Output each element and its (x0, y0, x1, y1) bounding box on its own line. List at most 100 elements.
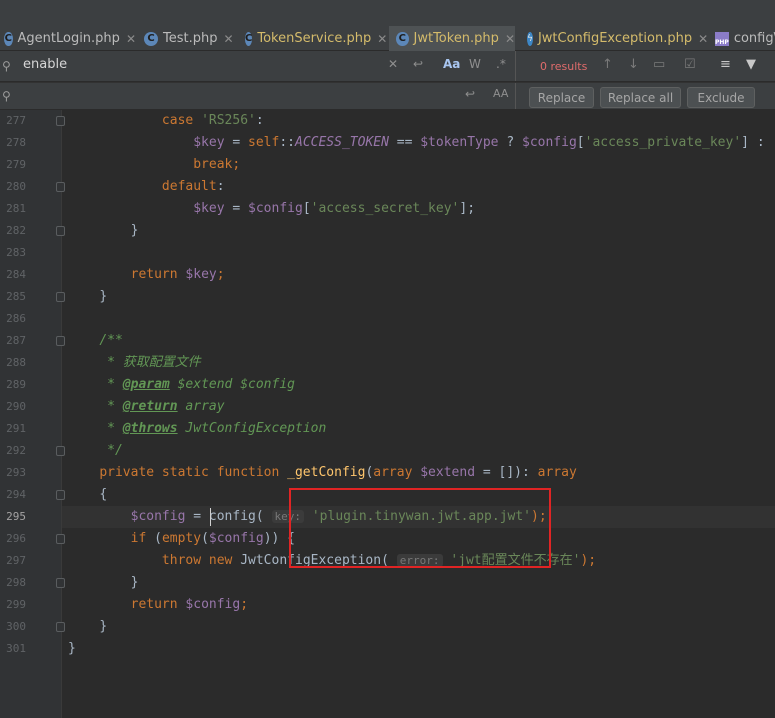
code-line[interactable]: $key = $config['access_secret_key']; (68, 198, 475, 220)
line-number: 300 (6, 620, 26, 633)
code-line[interactable]: } (68, 616, 107, 638)
close-icon[interactable]: ✕ (223, 32, 233, 46)
code-token: return (130, 267, 186, 282)
search-input[interactable]: enable (23, 57, 67, 72)
line-number: 295 (6, 510, 26, 523)
new-line-icon[interactable]: ↩ (465, 87, 475, 101)
code-line[interactable]: * @param $extend $config (68, 374, 295, 396)
code-line[interactable]: } (68, 572, 139, 594)
line-number: 291 (6, 422, 26, 435)
code-token: $key (193, 201, 225, 216)
next-occurrence-icon[interactable]: ↓ (628, 57, 639, 72)
match-case-toggle[interactable]: Aa (443, 57, 460, 71)
code-line[interactable]: * 获取配置文件 (68, 352, 201, 374)
tab-label: JwtToken.php (413, 31, 499, 46)
code-line[interactable]: break; (68, 154, 240, 176)
tab-test[interactable]: C Test.php ✕ (138, 26, 238, 51)
fold-marker-icon[interactable] (56, 226, 65, 236)
line-number: 286 (6, 312, 26, 325)
find-field[interactable]: ⚲ enable ✕ ↩ Aa W .* (0, 51, 516, 81)
search-icon[interactable]: ⚲ (2, 59, 11, 73)
replace-button[interactable]: Replace (529, 87, 594, 108)
line-number: 281 (6, 202, 26, 215)
close-icon[interactable]: ✕ (698, 32, 708, 46)
close-icon[interactable]: ✕ (505, 32, 515, 46)
preserve-case-toggle[interactable]: AA (493, 87, 508, 100)
replace-all-button[interactable]: Replace all (600, 87, 681, 108)
code-token: = (185, 509, 209, 524)
code-token: ? (498, 135, 522, 150)
line-number: 289 (6, 378, 26, 391)
regex-toggle[interactable]: .* (496, 57, 506, 71)
code-token: [ (302, 201, 311, 216)
tab-config[interactable]: PHP config\ (710, 26, 775, 51)
code-token: ; (232, 157, 241, 172)
code-line[interactable]: if (empty($config)) { (68, 528, 295, 550)
line-number: 294 (6, 488, 26, 501)
code-line[interactable]: * @return array (68, 396, 224, 418)
tab-tokenservice[interactable]: C TokenService.php ✕ (240, 26, 387, 51)
close-icon[interactable]: ✕ (377, 32, 387, 46)
exclude-button[interactable]: Exclude (687, 87, 755, 108)
multi-select-icon[interactable]: ▭ (653, 57, 665, 72)
clear-icon[interactable]: ✕ (388, 57, 398, 71)
code-line[interactable]: } (68, 220, 139, 242)
code-token: /** (99, 333, 123, 348)
fold-marker-icon[interactable] (56, 292, 65, 302)
tab-agentlogin[interactable]: C AgentLogin.php ✕ (0, 26, 136, 51)
code-line[interactable]: /** (68, 330, 123, 352)
code-line[interactable]: private static function _getConfig(array… (68, 462, 576, 484)
fold-marker-icon[interactable] (56, 182, 65, 192)
fold-marker-icon[interactable] (56, 534, 65, 544)
fold-marker-icon[interactable] (56, 622, 65, 632)
code-token: config (208, 509, 256, 524)
code-token: * 获取配置文件 (107, 355, 201, 370)
previous-occurrence-icon[interactable]: ↑ (602, 57, 613, 72)
select-all-icon[interactable]: ☑ (684, 57, 696, 72)
code-token: ; (240, 597, 249, 612)
code-line[interactable]: { (68, 484, 107, 506)
code-editor[interactable]: 277 278 279 280 281 282 283 284 285 286 287 288 289 2… (0, 110, 775, 718)
code-token: $config (130, 509, 186, 524)
code-token: self (248, 135, 280, 150)
code-line[interactable]: $key = self::ACCESS_TOKEN == $tokenType … (68, 132, 764, 154)
code-line[interactable]: * @throws JwtConfigException (68, 418, 326, 440)
fold-marker-icon[interactable] (56, 446, 65, 456)
line-number: 297 (6, 554, 26, 567)
code-line[interactable]: default: (68, 176, 225, 198)
fold-marker-icon[interactable] (56, 490, 65, 500)
exception-class-icon: ϟ (527, 31, 533, 46)
fold-marker-icon[interactable] (56, 578, 65, 588)
close-icon[interactable]: ✕ (126, 32, 136, 46)
line-number-gutter: 277 278 279 280 281 282 283 284 285 286 287 288 289 2… (0, 110, 65, 718)
fold-marker-icon[interactable] (56, 336, 65, 346)
new-line-icon[interactable]: ↩ (413, 57, 423, 71)
code-line[interactable]: } (68, 638, 76, 660)
code-line[interactable]: */ (68, 440, 123, 462)
code-line[interactable]: } (68, 286, 107, 308)
code-token: @throws (122, 421, 178, 436)
tab-jwtconfigexception[interactable]: ϟ JwtConfigException.php ✕ (519, 26, 708, 51)
code-token: $key (193, 135, 225, 150)
code-line[interactable]: return $key; (68, 264, 225, 286)
filter-icon[interactable]: ▼ (746, 57, 756, 72)
sort-icon[interactable]: ≡ (720, 57, 731, 72)
code-line[interactable]: return $config; (68, 594, 248, 616)
code-token: private static function (99, 465, 288, 480)
search-icon[interactable]: ⚲ (2, 89, 11, 103)
code-token: return (130, 597, 186, 612)
line-number: 284 (6, 268, 26, 281)
replace-field[interactable]: ⚲ ↩ AA (0, 83, 516, 109)
code-line[interactable]: case 'RS256': (68, 110, 264, 132)
words-toggle[interactable]: W (469, 57, 481, 71)
tab-jwttoken[interactable]: C JwtToken.php ✕ (389, 26, 515, 51)
fold-marker-icon[interactable] (56, 116, 65, 126)
